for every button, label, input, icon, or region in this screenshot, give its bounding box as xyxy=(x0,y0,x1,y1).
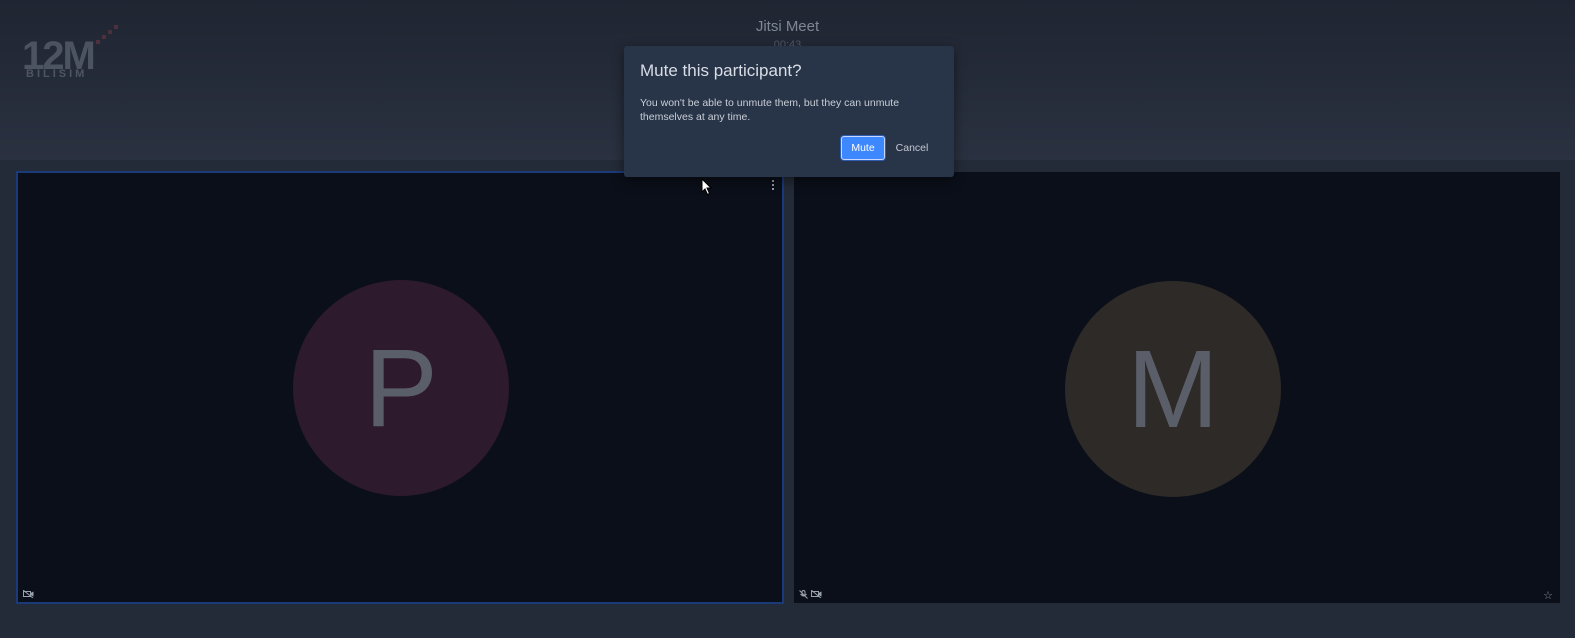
dialog-title: Mute this participant? xyxy=(640,61,802,80)
dialog-body: You won't be able to unmute them, but th… xyxy=(640,97,900,123)
conference-title: Jitsi Meet xyxy=(755,18,820,35)
avatar: M xyxy=(1065,281,1281,497)
tile-status-icons xyxy=(799,590,822,599)
avatar-initial: P xyxy=(364,326,438,450)
participant-tile-p[interactable]: P xyxy=(16,171,784,604)
avatar-initial: M xyxy=(1127,327,1219,451)
mute-button[interactable]: Mute xyxy=(841,136,885,160)
video-off-icon xyxy=(23,590,34,598)
video-off-icon xyxy=(811,590,822,598)
star-icon: ☆ xyxy=(1543,590,1553,602)
logo-subtext: BILISIM xyxy=(26,68,88,80)
more-options-icon[interactable] xyxy=(768,179,778,191)
participant-tile-m[interactable]: M ☆ xyxy=(794,172,1560,603)
mute-participant-dialog: Mute this participant? You won't be able… xyxy=(624,46,954,177)
avatar: P xyxy=(293,280,509,496)
mouse-cursor-icon xyxy=(701,178,713,196)
mic-off-icon xyxy=(799,590,808,599)
tile-status-icons xyxy=(23,590,34,598)
cancel-button[interactable]: Cancel xyxy=(892,136,932,160)
